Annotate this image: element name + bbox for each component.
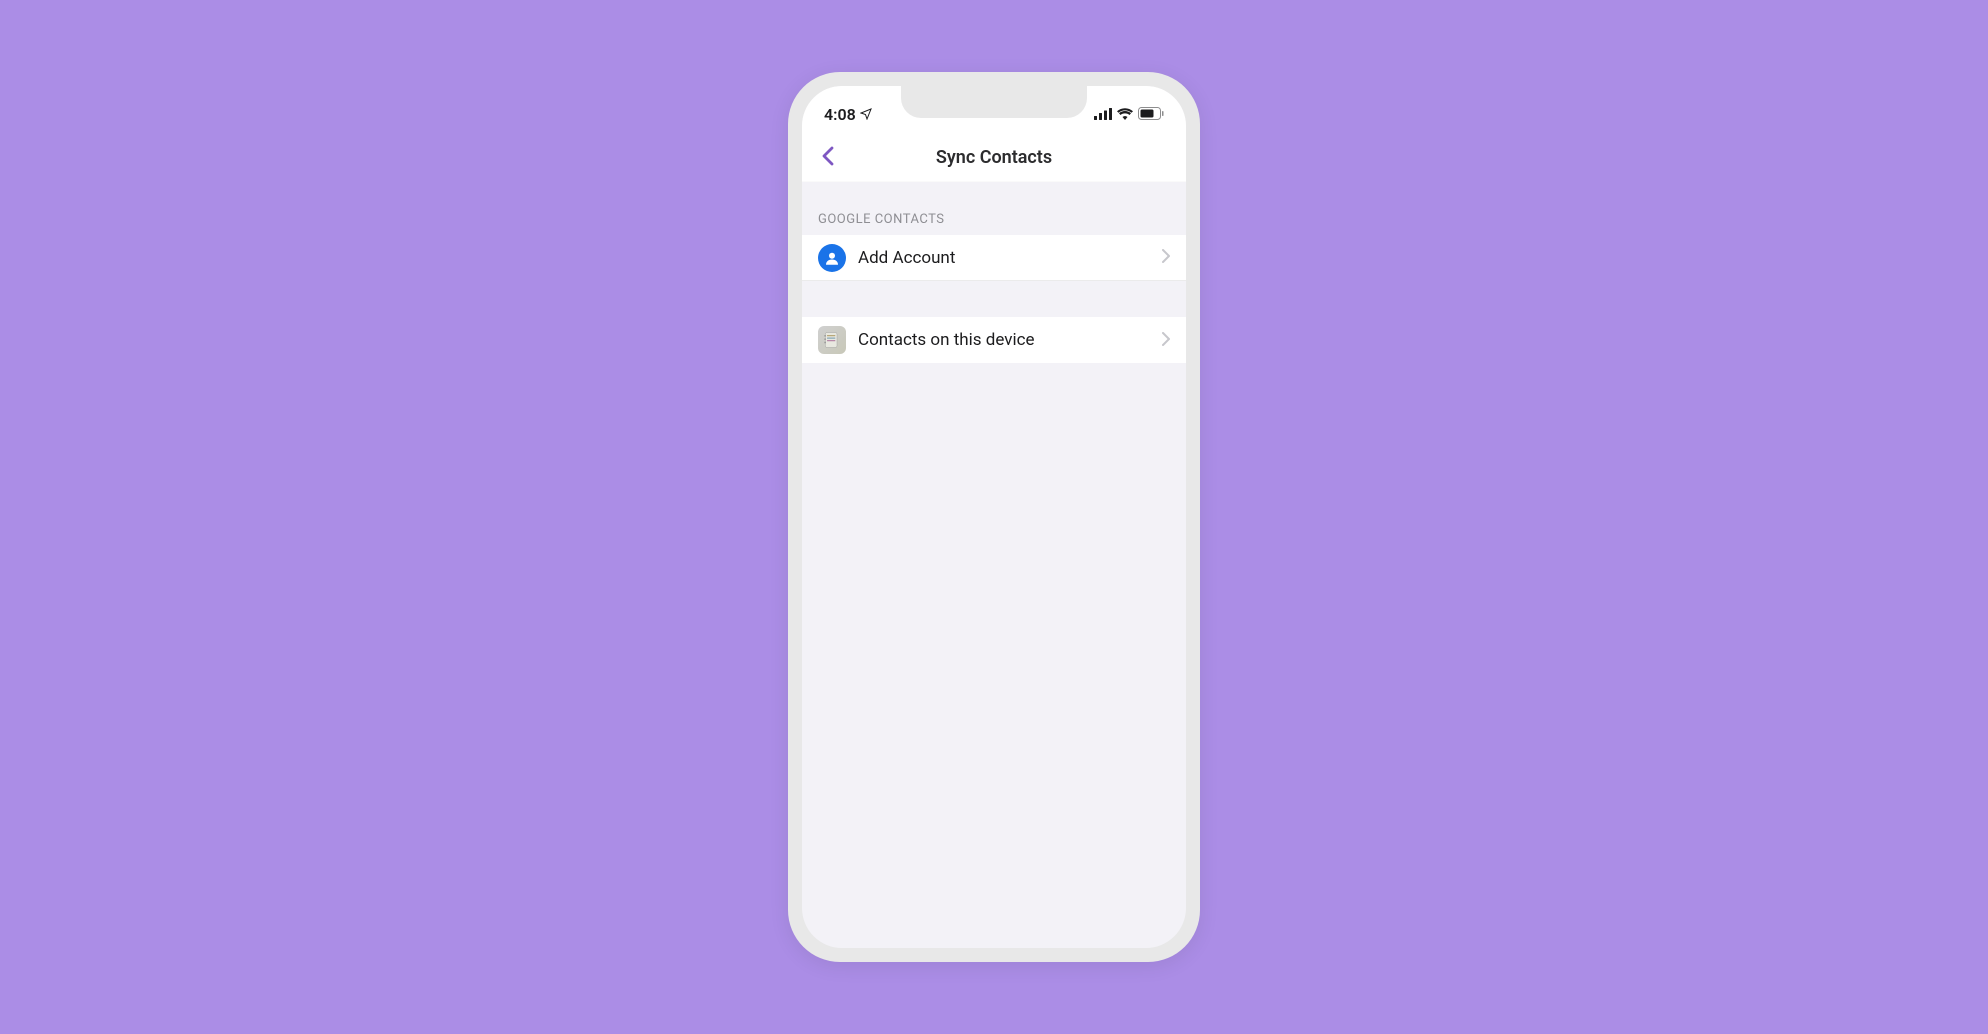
chevron-right-icon: [1162, 248, 1170, 267]
chevron-left-icon: [822, 146, 834, 166]
back-button[interactable]: [816, 140, 840, 176]
battery-icon: [1138, 105, 1164, 124]
status-time: 4:08: [824, 105, 856, 124]
status-right: [1094, 105, 1164, 124]
page-title: Sync Contacts: [936, 147, 1052, 168]
row-device-contacts[interactable]: Contacts on this device: [802, 317, 1186, 363]
contacts-app-icon: [818, 326, 846, 354]
status-left: 4:08: [824, 105, 872, 124]
chevron-right-icon: [1162, 331, 1170, 350]
location-arrow-icon: [860, 105, 872, 124]
row-add-account[interactable]: Add Account: [802, 235, 1186, 281]
content-area: GOOGLE CONTACTS Add Account: [802, 182, 1186, 363]
row-label: Contacts on this device: [858, 330, 1162, 350]
phone-frame: 4:08: [788, 72, 1200, 962]
phone-screen: 4:08: [802, 86, 1186, 948]
phone-notch: [901, 86, 1087, 118]
row-label: Add Account: [858, 248, 1162, 268]
signal-icon: [1094, 105, 1112, 124]
wifi-icon: [1117, 105, 1133, 124]
nav-header: Sync Contacts: [802, 134, 1186, 182]
google-account-icon: [818, 244, 846, 272]
section-header-google: GOOGLE CONTACTS: [802, 212, 1186, 235]
section-gap: [802, 281, 1186, 317]
